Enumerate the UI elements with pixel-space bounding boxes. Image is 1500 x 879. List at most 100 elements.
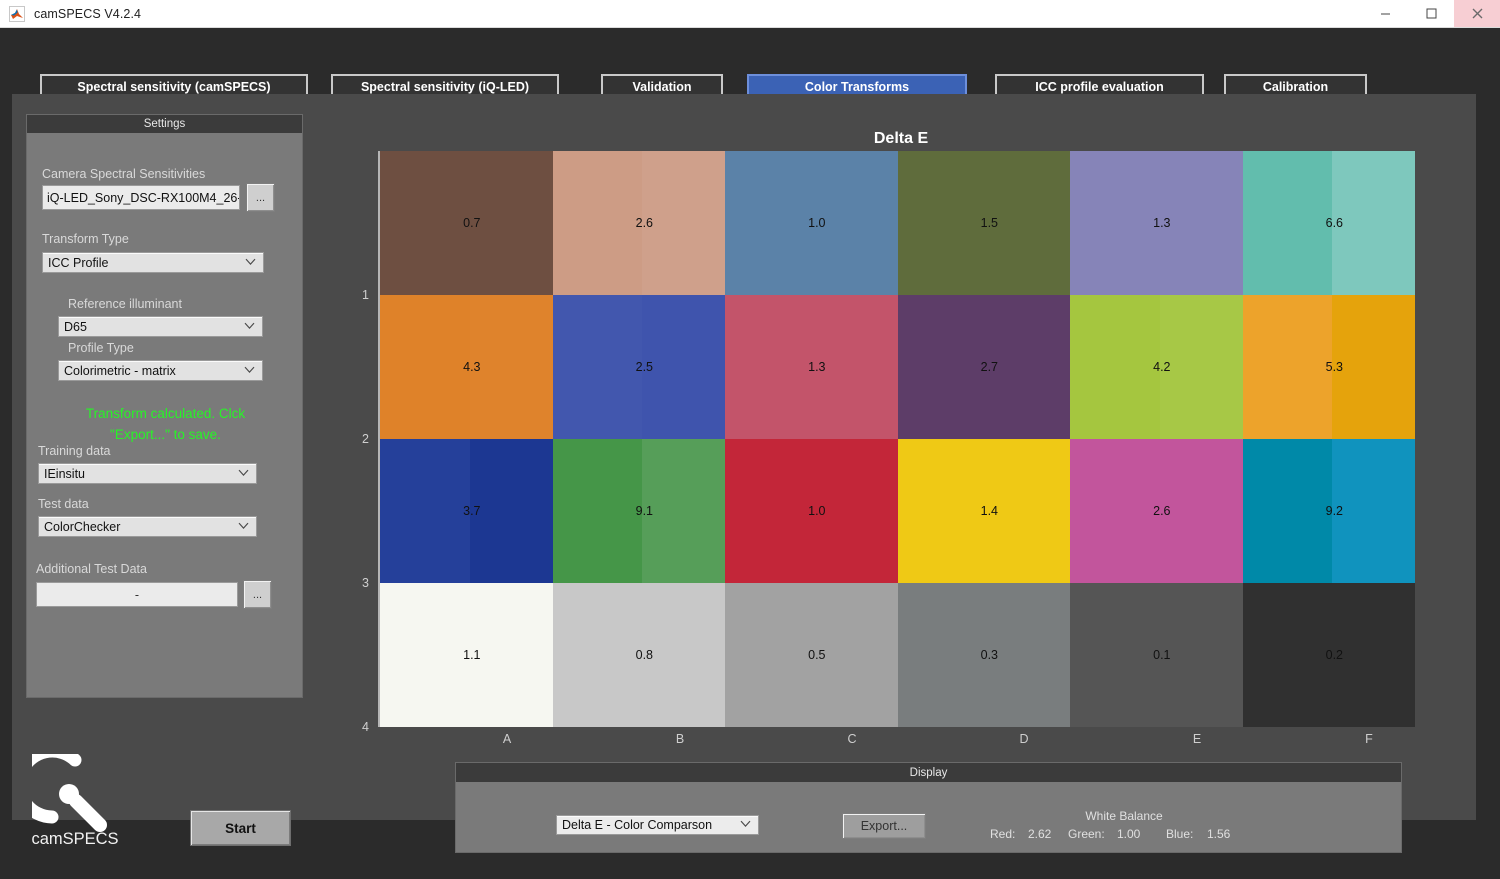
chevron-down-icon xyxy=(244,318,255,332)
view-select[interactable]: Delta E - Color Comparson xyxy=(556,815,759,835)
patch-d3[interactable]: 1.4 xyxy=(897,439,1070,583)
patch-e1[interactable]: 1.3 xyxy=(1070,151,1243,295)
window-title: camSPECS V4.2.4 xyxy=(34,6,142,21)
test-data-value: ColorChecker xyxy=(44,519,121,534)
patch-d2[interactable]: 2.7 xyxy=(897,295,1070,439)
patch-reference-half xyxy=(1242,151,1333,295)
patch-b3[interactable]: 9.1 xyxy=(552,439,725,583)
patch-measured-half xyxy=(642,583,725,727)
training-data-select[interactable]: IEinsitu xyxy=(38,463,257,484)
test-data-label: Test data xyxy=(38,497,89,511)
chevron-down-icon xyxy=(244,362,255,376)
delta-e-value: 2.6 xyxy=(1153,504,1171,518)
patch-measured-half xyxy=(642,295,725,439)
row-label-4: 4 xyxy=(362,720,369,734)
maximize-icon[interactable] xyxy=(1408,0,1454,27)
reference-illuminant-select[interactable]: D65 xyxy=(58,316,263,337)
matlab-icon xyxy=(9,5,25,22)
patch-b1[interactable]: 2.6 xyxy=(552,151,725,295)
camera-sensitivities-field[interactable]: iQ-LED_Sony_DSC-RX100M4_26-Oc xyxy=(42,185,240,210)
transform-type-value: ICC Profile xyxy=(48,255,109,270)
chart-title: Delta E xyxy=(873,130,929,147)
chevron-down-icon xyxy=(740,817,751,831)
patch-reference-half xyxy=(725,439,815,583)
patch-measured-half xyxy=(987,295,1070,439)
patch-f4[interactable]: 0.2 xyxy=(1242,583,1415,727)
patch-reference-half xyxy=(1070,439,1160,583)
column-label-b: B xyxy=(675,732,685,746)
patch-c1[interactable]: 1.0 xyxy=(725,151,898,295)
color-patch-grid: 0.7 2.6 1.0 1.5 1.3 6.6 4.3 2.5 1.3 2.7 … xyxy=(378,151,1415,727)
tab-strip: Spectral sensitivity (camSPECS) Spectral… xyxy=(0,28,1500,100)
minimize-icon[interactable] xyxy=(1362,0,1408,27)
white-balance-title: White Balance xyxy=(1085,809,1163,823)
test-data-select[interactable]: ColorChecker xyxy=(38,516,257,537)
column-label-f: F xyxy=(1365,732,1373,746)
delta-e-value: 0.5 xyxy=(808,648,826,662)
patch-f2[interactable]: 5.3 xyxy=(1242,295,1415,439)
patch-measured-half xyxy=(469,151,553,295)
brand-name: camSPECS xyxy=(31,830,119,848)
patch-f1[interactable]: 6.6 xyxy=(1242,151,1415,295)
delta-e-value: 6.6 xyxy=(1325,216,1344,230)
export-button[interactable]: Export... xyxy=(842,813,926,839)
delta-e-value: 5.3 xyxy=(1325,360,1344,374)
patch-a2[interactable]: 4.3 xyxy=(380,295,553,439)
patch-measured-half xyxy=(814,439,898,583)
patch-reference-half xyxy=(897,151,988,295)
patch-measured-half xyxy=(1159,295,1243,439)
patch-e2[interactable]: 4.2 xyxy=(1070,295,1243,439)
window-controls xyxy=(1362,0,1500,27)
patch-b4[interactable]: 0.8 xyxy=(552,583,725,727)
patch-f3[interactable]: 9.2 xyxy=(1242,439,1415,583)
patch-reference-half xyxy=(897,439,988,583)
wb-green-value: 1.00 xyxy=(1117,827,1141,841)
wb-red-label: Red: xyxy=(990,827,1016,841)
patch-reference-half xyxy=(552,583,643,727)
delta-e-value: 2.5 xyxy=(635,360,654,374)
chevron-down-icon xyxy=(245,254,256,268)
patch-reference-half xyxy=(1242,439,1333,583)
transform-type-select[interactable]: ICC Profile xyxy=(42,252,264,273)
delta-e-value: 1.5 xyxy=(980,216,999,230)
patch-c4[interactable]: 0.5 xyxy=(725,583,898,727)
additional-test-data-field[interactable]: - xyxy=(36,582,238,607)
close-icon[interactable] xyxy=(1454,0,1500,27)
patch-c3[interactable]: 1.0 xyxy=(725,439,898,583)
patch-measured-half xyxy=(469,439,553,583)
column-label-d: D xyxy=(1019,732,1029,746)
patch-d4[interactable]: 0.3 xyxy=(897,583,1070,727)
patch-e3[interactable]: 2.6 xyxy=(1070,439,1243,583)
delta-e-value: 9.1 xyxy=(635,504,654,518)
wb-red-value: 2.62 xyxy=(1028,827,1052,841)
delta-e-value: 1.3 xyxy=(1153,216,1171,230)
view-select-value: Delta E - Color Comparson xyxy=(562,818,713,832)
patch-measured-half xyxy=(814,151,898,295)
patch-a4[interactable]: 1.1 xyxy=(380,583,553,727)
patch-c2[interactable]: 1.3 xyxy=(725,295,898,439)
patch-b2[interactable]: 2.5 xyxy=(552,295,725,439)
patch-reference-half xyxy=(380,583,470,727)
patch-a1[interactable]: 0.7 xyxy=(380,151,553,295)
patch-reference-half xyxy=(1242,295,1333,439)
wb-blue-value: 1.56 xyxy=(1207,827,1231,841)
camera-sensitivities-browse-button[interactable]: ... xyxy=(246,183,275,212)
patch-e4[interactable]: 0.1 xyxy=(1070,583,1243,727)
patch-d1[interactable]: 1.5 xyxy=(897,151,1070,295)
patch-a3[interactable]: 3.7 xyxy=(380,439,553,583)
patch-measured-half xyxy=(1332,439,1415,583)
camspecs-window: camSPECS V4.2.4 Spectral sensitivity (ca… xyxy=(0,0,1500,879)
display-header: Display xyxy=(456,763,1401,782)
start-button[interactable]: Start xyxy=(190,810,291,846)
row-label-1: 1 xyxy=(362,288,369,302)
profile-type-select[interactable]: Colorimetric - matrix xyxy=(58,360,263,381)
patch-measured-half xyxy=(987,583,1070,727)
patch-measured-half xyxy=(1332,151,1415,295)
status-message-line2: "Export..." to save. xyxy=(110,427,221,442)
patch-reference-half xyxy=(725,583,815,727)
delta-e-value: 1.1 xyxy=(463,648,481,662)
additional-test-data-browse-button[interactable]: ... xyxy=(243,580,272,609)
patch-measured-half xyxy=(469,583,553,727)
delta-e-chart: Delta E 1 2 3 4 0.7 2.6 1.0 1.5 1.3 6.6 … xyxy=(342,108,1460,756)
delta-e-value: 1.4 xyxy=(980,504,999,518)
